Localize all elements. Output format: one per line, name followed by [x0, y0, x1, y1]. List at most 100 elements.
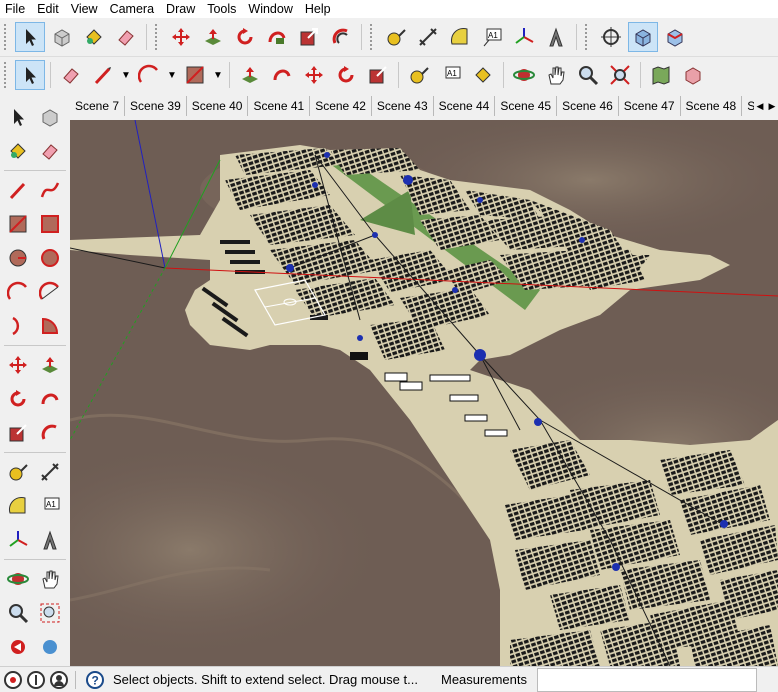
scale-button-2[interactable] [363, 60, 393, 90]
scene-tab[interactable]: Scene 48 [681, 96, 743, 116]
menu-file[interactable]: File [0, 0, 32, 18]
scale-button[interactable] [294, 22, 324, 52]
text-button-2[interactable]: A1 [436, 60, 466, 90]
scroll-left-icon[interactable]: ◀ [757, 101, 764, 112]
toolbar-grip[interactable] [4, 62, 10, 88]
toolbar-grip[interactable] [155, 24, 161, 50]
rectangle-left[interactable] [3, 209, 33, 239]
offset-button[interactable] [326, 22, 356, 52]
select-tool-left[interactable] [3, 102, 33, 132]
3d-text-button[interactable] [541, 22, 571, 52]
position-camera-button[interactable] [596, 22, 626, 52]
rotate-button-2[interactable] [331, 60, 361, 90]
3d-text-left[interactable] [35, 525, 65, 555]
model-scene[interactable] [70, 120, 778, 666]
push-pull-button-2[interactable] [235, 60, 265, 90]
paint-bucket-button[interactable] [79, 22, 109, 52]
follow-me-button[interactable] [262, 22, 292, 52]
offset-left[interactable] [35, 418, 65, 448]
circle-left[interactable] [3, 243, 33, 273]
previous-view-left[interactable] [3, 632, 33, 662]
walk-left[interactable] [35, 632, 65, 662]
arc-dropdown-caret[interactable]: ▼ [165, 70, 179, 81]
tape-measure-button[interactable] [381, 22, 411, 52]
polygon-left[interactable] [35, 243, 65, 273]
model-viewport[interactable] [70, 120, 778, 666]
scene-tab[interactable]: Scene 44 [434, 96, 496, 116]
move-button-2[interactable] [299, 60, 329, 90]
menu-help[interactable]: Help [300, 0, 338, 18]
scene-tab[interactable]: Scene 41 [248, 96, 311, 116]
scene-tab[interactable]: Scene 47 [619, 96, 681, 116]
help-icon[interactable]: ? [85, 670, 105, 690]
orbit-button[interactable] [509, 60, 539, 90]
paint-bucket-left[interactable] [3, 136, 33, 166]
paint-bucket-button-2[interactable] [468, 60, 498, 90]
move-left[interactable] [3, 350, 33, 380]
tape-measure-left[interactable] [3, 457, 33, 487]
credits-icon[interactable] [26, 670, 46, 690]
scene-tab[interactable]: Scene 43 [372, 96, 434, 116]
toolbar-grip[interactable] [585, 24, 591, 50]
zoom-extents-button[interactable] [605, 60, 635, 90]
user-icon[interactable] [49, 670, 69, 690]
scene-tab[interactable]: Scene 39 [125, 96, 187, 116]
line-button[interactable] [88, 60, 118, 90]
scene-tab[interactable]: Scene 7 [70, 96, 126, 116]
menu-window[interactable]: Window [243, 0, 299, 18]
eraser-left[interactable] [35, 136, 65, 166]
zoom-left[interactable] [3, 598, 33, 628]
geo-location-icon[interactable] [3, 670, 23, 690]
scroll-right-icon[interactable]: ▶ [769, 101, 776, 112]
pan-left[interactable] [35, 564, 65, 594]
iso-view-button[interactable] [628, 22, 658, 52]
axes-button[interactable] [509, 22, 539, 52]
zoom-button[interactable] [573, 60, 603, 90]
make-component-left[interactable] [35, 102, 65, 132]
select-tool-button[interactable] [15, 22, 45, 52]
axes-left[interactable] [3, 525, 33, 555]
rotated-rectangle-left[interactable] [35, 209, 65, 239]
push-pull-button[interactable] [198, 22, 228, 52]
two-point-arc-left[interactable] [35, 277, 65, 307]
text-left[interactable]: A1 [35, 491, 65, 521]
scene-tab[interactable]: Scene 46 [557, 96, 619, 116]
select-tool-button-2[interactable] [15, 60, 45, 90]
scale-left[interactable] [3, 418, 33, 448]
toolbar-grip[interactable] [370, 24, 376, 50]
dimension-button[interactable] [413, 22, 443, 52]
map-button[interactable] [646, 60, 676, 90]
orbit-left[interactable] [3, 564, 33, 594]
shapes-dropdown-caret[interactable]: ▼ [211, 70, 225, 81]
line-dropdown-caret[interactable]: ▼ [119, 70, 133, 81]
scene-tab[interactable]: Scene 42 [310, 96, 372, 116]
rotate-left[interactable] [3, 384, 33, 414]
follow-me-left[interactable] [35, 384, 65, 414]
move-button[interactable] [166, 22, 196, 52]
menu-view[interactable]: View [66, 0, 105, 18]
pan-button[interactable] [541, 60, 571, 90]
menu-camera[interactable]: Camera [105, 0, 161, 18]
eraser-button[interactable] [111, 22, 141, 52]
arc-left[interactable] [3, 277, 33, 307]
three-point-arc-left[interactable] [3, 311, 33, 341]
arc-button[interactable] [134, 60, 164, 90]
push-pull-left[interactable] [35, 350, 65, 380]
tape-measure-button-2[interactable] [404, 60, 434, 90]
scene-tab[interactable]: Scene 40 [187, 96, 249, 116]
zoom-window-left[interactable] [35, 598, 65, 628]
section-button[interactable] [678, 60, 708, 90]
menu-tools[interactable]: Tools [202, 0, 243, 18]
eraser-button-2[interactable] [56, 60, 86, 90]
toolbar-grip[interactable] [4, 24, 10, 50]
pie-left[interactable] [35, 311, 65, 341]
top-view-button[interactable] [660, 22, 690, 52]
dimension-left[interactable] [35, 457, 65, 487]
protractor-button[interactable] [445, 22, 475, 52]
menu-draw[interactable]: Draw [161, 0, 202, 18]
freehand-left[interactable] [35, 175, 65, 205]
make-component-button[interactable] [47, 22, 77, 52]
rotate-button[interactable] [230, 22, 260, 52]
text-button[interactable]: A1 [477, 22, 507, 52]
follow-me-button-2[interactable] [267, 60, 297, 90]
